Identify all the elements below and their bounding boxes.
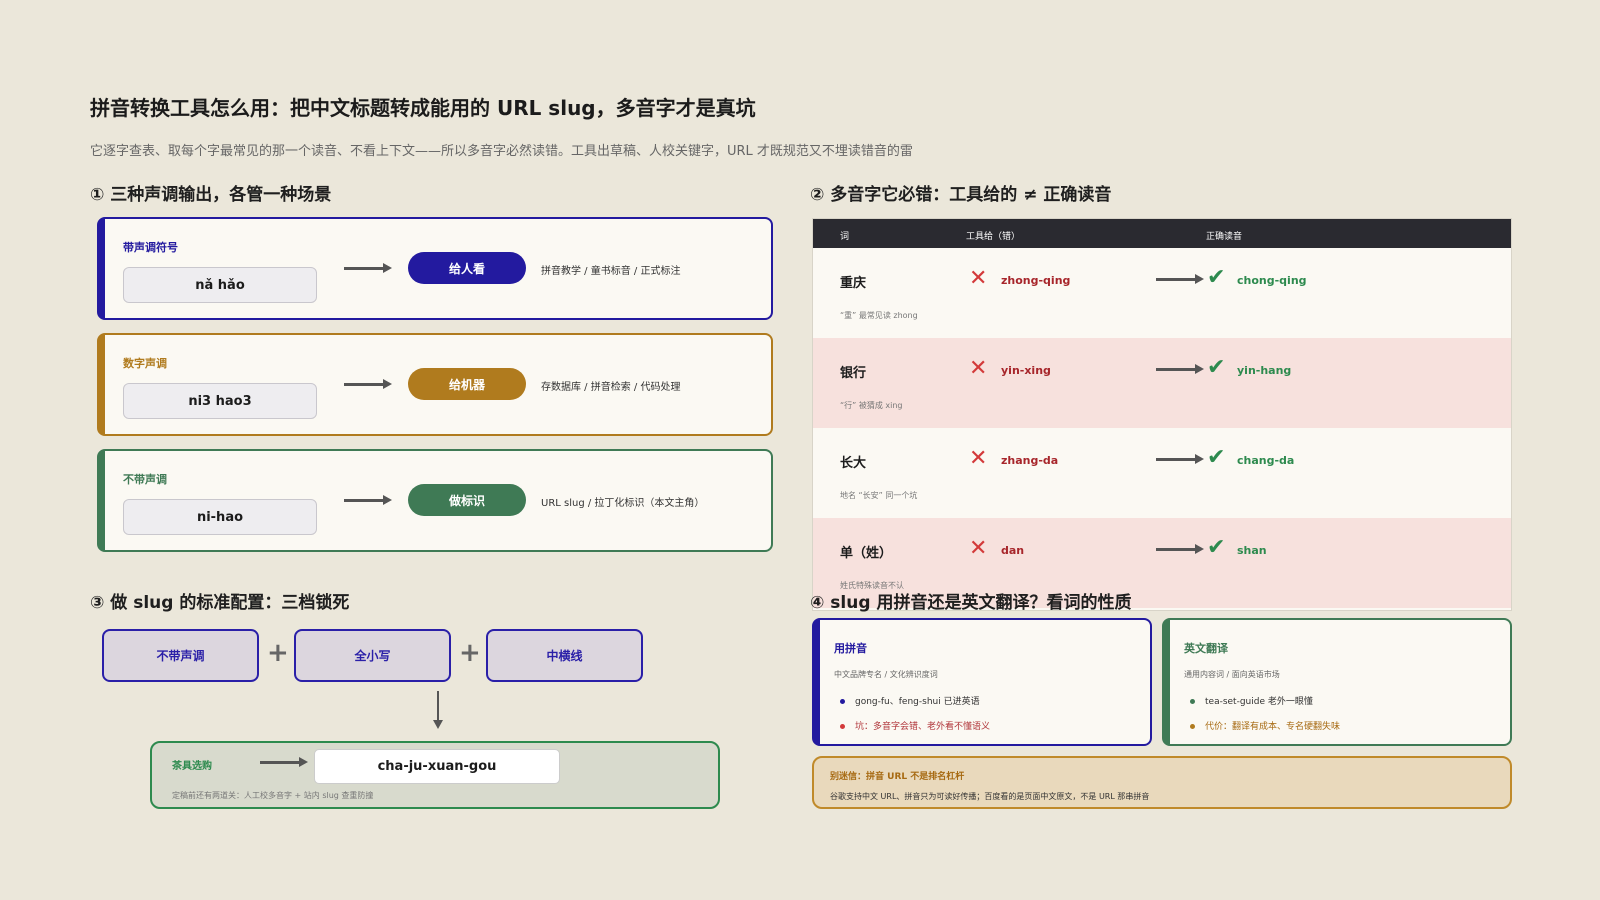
check-icon: ✔ [1207, 265, 1226, 290]
row-word: 长大 [840, 456, 867, 471]
tone-example: ni3 hao3 [123, 383, 317, 419]
tone-desc: 存数据库 / 拼音检索 / 代码处理 [541, 382, 681, 393]
row-wrong: yin-xing [1001, 364, 1051, 377]
right-arrow-icon [1156, 363, 1204, 375]
bullet-dot-icon [1190, 724, 1195, 729]
row-right: chang-da [1237, 454, 1295, 467]
check-icon: ✔ [1207, 355, 1226, 380]
check-icon: ✔ [1207, 445, 1226, 470]
section-1-heading: ① 三种声调输出，各管一种场景 [90, 185, 332, 205]
card-subtitle: 中文品牌专名 / 文化辨识度词 [834, 670, 938, 679]
right-arrow-icon [344, 494, 392, 506]
bullet-dot-icon [840, 724, 845, 729]
config-box-hyphen: 中横线 [486, 629, 643, 682]
page-subtitle: 它逐字查表、取每个字最常见的那一个读音、不看上下文——所以多音字必然读错。工具出… [90, 144, 913, 159]
tone-desc: URL slug / 拉丁化标识（本文主角） [541, 498, 705, 509]
pinyin-card: 用拼音 中文品牌专名 / 文化辨识度词 gong-fu、feng-shui 已进… [812, 618, 1152, 746]
bullet-dot-icon [840, 699, 845, 704]
list-item: 代价：翻译有成本、专名硬翻失味 [1190, 719, 1340, 732]
tone-desc: 拼音教学 / 童书标音 / 正式标注 [541, 266, 681, 277]
plus-icon: + [459, 638, 481, 668]
section-2-heading: ② 多音字它必错：工具给的 ≠ 正确读音 [810, 185, 1112, 205]
row-right: yin-hang [1237, 364, 1292, 377]
right-arrow-icon [1156, 543, 1204, 555]
list-item: 坑：多音字会错、老外看不懂语义 [840, 719, 990, 732]
config-box-no-tone: 不带声调 [102, 629, 259, 682]
row-note: “重” 最常见读 zhong [840, 311, 918, 320]
card-subtitle: 通用内容词 / 面向英语市场 [1184, 670, 1280, 679]
column-correct: 正确读音 [1206, 232, 1243, 242]
list-item: gong-fu、feng-shui 已进英语 [840, 694, 980, 707]
polyphone-table: 词 工具给（错） 正确读音 重庆 ✕ zhong-qing ✔ chong-qi… [812, 218, 1512, 611]
check-icon: ✔ [1207, 535, 1226, 560]
tone-pill: 给机器 [408, 368, 526, 400]
tone-pill: 做标识 [408, 484, 526, 516]
row-wrong: zhang-da [1001, 454, 1059, 467]
row-right: chong-qing [1237, 274, 1307, 287]
tone-label: 数字声调 [123, 357, 167, 370]
slug-result-box: 茶具选购 cha-ju-xuan-gou 定稿前还有两道关：人工校多音字 + 站… [150, 741, 720, 809]
tip-body: 谷歌支持中文 URL、拼音只为可读好传播；百度看的是页面中文原文，不是 URL … [830, 792, 1150, 801]
column-word: 词 [840, 232, 850, 242]
tip-title: 别迷信：拼音 URL 不是排名杠杆 [830, 772, 965, 782]
result-label: 茶具选购 [172, 761, 212, 772]
row-word: 重庆 [840, 276, 867, 291]
section-3-heading: ③ 做 slug 的标准配置：三档锁死 [90, 593, 350, 613]
tone-label: 带声调符号 [123, 241, 178, 254]
config-box-lowercase: 全小写 [294, 629, 451, 682]
cross-icon: ✕ [969, 536, 988, 561]
row-word: 银行 [840, 366, 867, 381]
page-title: 拼音转换工具怎么用：把中文标题转成能用的 URL slug，多音字才是真坑 [90, 96, 756, 120]
tone-pill: 给人看 [408, 252, 526, 284]
plus-icon: + [267, 638, 289, 668]
english-card: 英文翻译 通用内容词 / 面向英语市场 tea-set-guide 老外一眼懂 … [1162, 618, 1512, 746]
cross-icon: ✕ [969, 446, 988, 471]
bullet-dot-icon [1190, 699, 1195, 704]
row-note: 地名 “长安” 同一个坑 [840, 491, 918, 500]
row-note: “行” 被猜成 xing [840, 401, 903, 410]
table-row: 重庆 ✕ zhong-qing ✔ chong-qing “重” 最常见读 zh… [813, 248, 1511, 338]
tone-card-marked: 带声调符号 nǎ hǎo 给人看 拼音教学 / 童书标音 / 正式标注 [97, 217, 773, 320]
table-header: 词 工具给（错） 正确读音 [813, 219, 1511, 248]
right-arrow-icon [344, 262, 392, 274]
result-slug: cha-ju-xuan-gou [314, 749, 560, 784]
table-row: 银行 ✕ yin-xing ✔ yin-hang “行” 被猜成 xing [813, 338, 1511, 428]
cross-icon: ✕ [969, 356, 988, 381]
tip-callout: 别迷信：拼音 URL 不是排名杠杆 谷歌支持中文 URL、拼音只为可读好传播；百… [812, 756, 1512, 809]
down-arrow-icon [433, 691, 443, 729]
cross-icon: ✕ [969, 266, 988, 291]
result-note: 定稿前还有两道关：人工校多音字 + 站内 slug 查重防撞 [172, 791, 374, 800]
section-4-heading: ④ slug 用拼音还是英文翻译？看词的性质 [810, 593, 1132, 613]
right-arrow-icon [344, 378, 392, 390]
column-tool: 工具给（错） [966, 232, 1021, 242]
row-right: shan [1237, 544, 1267, 557]
list-item: tea-set-guide 老外一眼懂 [1190, 694, 1313, 707]
tone-example: ni-hao [123, 499, 317, 535]
right-arrow-icon [1156, 273, 1204, 285]
tone-card-numeric: 数字声调 ni3 hao3 给机器 存数据库 / 拼音检索 / 代码处理 [97, 333, 773, 436]
right-arrow-icon [260, 756, 308, 768]
card-title: 英文翻译 [1184, 642, 1228, 655]
card-title: 用拼音 [834, 642, 867, 655]
tone-card-plain: 不带声调 ni-hao 做标识 URL slug / 拉丁化标识（本文主角） [97, 449, 773, 552]
tone-example: nǎ hǎo [123, 267, 317, 303]
table-row: 长大 ✕ zhang-da ✔ chang-da 地名 “长安” 同一个坑 [813, 428, 1511, 518]
right-arrow-icon [1156, 453, 1204, 465]
row-word: 单（姓） [840, 546, 893, 561]
tone-label: 不带声调 [123, 473, 167, 486]
row-wrong: zhong-qing [1001, 274, 1071, 287]
row-wrong: dan [1001, 544, 1025, 557]
